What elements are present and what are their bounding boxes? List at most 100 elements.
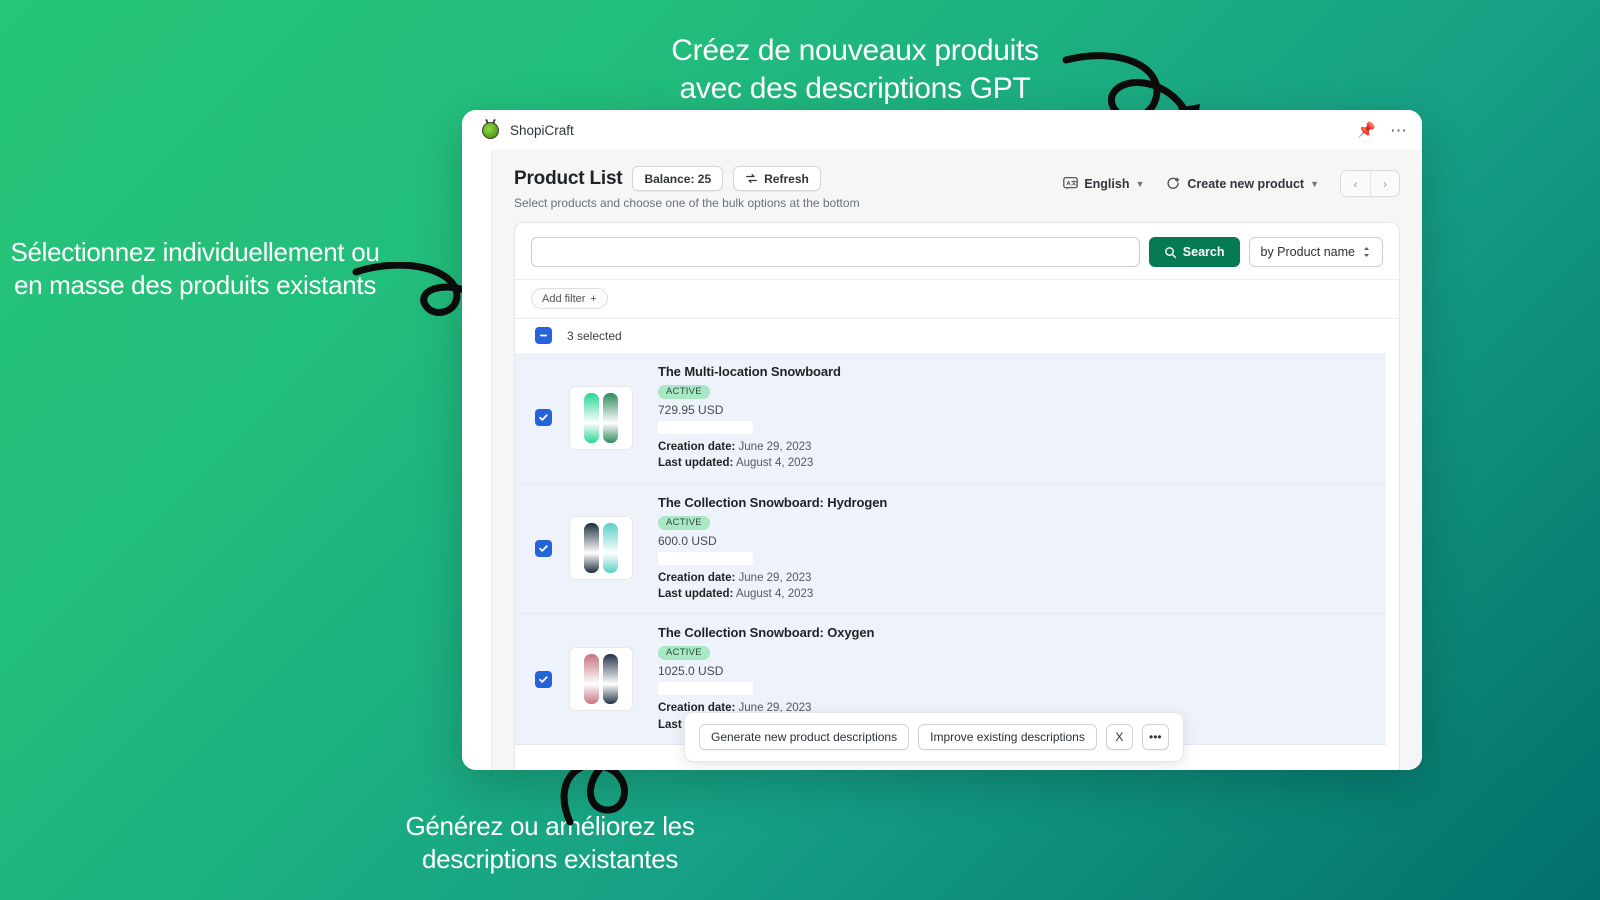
search-button-label: Search <box>1182 245 1225 259</box>
balance-button[interactable]: Balance: 25 <box>632 166 724 191</box>
add-filter-plus-icon: + <box>590 292 597 305</box>
row-checkbox[interactable] <box>535 539 552 557</box>
app-title: ShopiCraft <box>510 122 574 138</box>
language-selector[interactable]: A 文 English ▼ <box>1052 176 1155 191</box>
snowboard-icon-a <box>584 523 599 574</box>
row-checkbox[interactable] <box>535 409 552 427</box>
product-thumbnail <box>569 516 633 581</box>
creation-date-label: Creation date: <box>658 441 736 453</box>
snowboard-icon-b <box>603 392 618 443</box>
check-icon <box>539 675 548 683</box>
table-row[interactable]: The Collection Snowboard: Hydrogen ACTIVE… <box>515 483 1386 615</box>
search-input[interactable] <box>531 237 1140 267</box>
left-rail <box>462 150 492 770</box>
filter-row: Add filter + <box>515 279 1399 318</box>
check-icon <box>539 545 548 552</box>
redacted-field <box>658 421 753 434</box>
refresh-label: Refresh <box>764 171 809 186</box>
product-name: The Collection Snowboard: Hydrogen <box>658 494 888 510</box>
sort-select-label: by Product name <box>1260 245 1356 259</box>
close-bulk-bar-button[interactable]: X <box>1105 724 1133 750</box>
main-content: Product List Balance: 25 Refresh Select … <box>492 150 1422 770</box>
create-new-product-label: Create new product <box>1187 176 1305 191</box>
pin-icon[interactable]: 📌 <box>1357 123 1376 138</box>
translate-icon: A 文 <box>1063 177 1079 190</box>
add-filter-label: Add filter <box>542 292 586 305</box>
product-list-card: Search by Product name Add filter + 3 se… <box>514 222 1400 770</box>
snowboard-icon-b <box>603 523 618 574</box>
product-info: The Multi-location Snowboard ACTIVE 729.95… <box>658 364 1370 472</box>
page-header-left: Product List Balance: 25 Refresh Select … <box>514 166 1052 210</box>
product-thumbnail <box>569 647 633 712</box>
language-label: English <box>1084 176 1130 191</box>
pagination: ‹ › <box>1340 170 1400 197</box>
product-thumbnail <box>569 385 633 450</box>
product-dates: Creation date: June 29, 2023 Last updated… <box>658 439 1370 472</box>
status-badge: ACTIVE <box>658 385 710 399</box>
ellipsis-icon[interactable]: ⋯ <box>1390 122 1408 139</box>
annotation-bottom: Générez ou améliorez les descriptions ex… <box>405 811 695 875</box>
creation-date-value: June 29, 2023 <box>738 441 812 453</box>
last-updated-label: Last updated: <box>658 587 734 600</box>
product-info: The Collection Snowboard: Hydrogen ACTIVE… <box>658 495 1370 603</box>
row-checkbox[interactable] <box>535 670 552 688</box>
snowboard-icon-b <box>603 654 618 705</box>
creation-date-value: June 29, 2023 <box>738 571 812 584</box>
search-icon <box>1164 246 1176 258</box>
last-updated-value: August 4, 2023 <box>735 587 814 600</box>
product-dates: Creation date: June 29, 2023 Last updated… <box>658 570 1370 603</box>
page-header: Product List Balance: 25 Refresh Select … <box>492 150 1422 220</box>
improve-descriptions-button[interactable]: Improve existing descriptions <box>918 724 1097 750</box>
product-price: 600.0 USD <box>658 533 717 548</box>
add-circle-icon <box>1167 177 1180 189</box>
page-title-row: Product List Balance: 25 Refresh <box>514 166 1052 191</box>
snowboard-icon-a <box>584 654 599 705</box>
pagination-next-button[interactable]: › <box>1370 171 1399 196</box>
status-badge: ACTIVE <box>658 515 710 530</box>
generate-descriptions-button[interactable]: Generate new product descriptions <box>699 724 910 750</box>
redacted-field <box>658 551 753 565</box>
refresh-button[interactable]: Refresh <box>733 166 821 191</box>
app-body: Product List Balance: 25 Refresh Select … <box>462 150 1422 770</box>
table-row[interactable]: The Multi-location Snowboard ACTIVE 729.95… <box>515 353 1386 484</box>
add-filter-chip[interactable]: Add filter + <box>531 288 608 309</box>
search-button[interactable]: Search <box>1148 237 1240 267</box>
redacted-field <box>658 682 753 696</box>
app-window: ShopiCraft 📌 ⋯ Product List Balance: 25 <box>462 110 1422 770</box>
status-badge: ACTIVE <box>658 646 710 661</box>
bulk-more-options-button[interactable]: ••• <box>1141 724 1169 750</box>
annotation-top: Créez de nouveaux produits avec des desc… <box>600 32 1110 109</box>
product-price: 1025.0 USD <box>658 664 724 679</box>
chevron-down-icon-2: ▼ <box>1310 178 1319 189</box>
updown-chevron-icon <box>1364 247 1369 257</box>
indeterminate-icon <box>539 334 548 337</box>
balance-label: Balance: 25 <box>644 171 712 186</box>
product-name: The Collection Snowboard: Oxygen <box>658 625 875 641</box>
page-subtitle: Select products and choose one of the bu… <box>514 196 860 210</box>
select-all-row: 3 selected <box>515 318 1399 353</box>
creation-date-label: Creation date: <box>658 571 736 584</box>
pagination-prev-button[interactable]: ‹ <box>1341 171 1370 196</box>
refresh-icon <box>746 173 758 184</box>
annotation-top-line2: avec des descriptions GPT <box>679 72 1031 106</box>
annotation-top-line1: Créez de nouveaux produits <box>671 34 1039 67</box>
product-price: 729.95 USD <box>658 403 724 417</box>
last-updated-label: Last updated: <box>658 457 734 470</box>
page-header-actions: A 文 English ▼ Create new product ▼ ‹ › <box>1052 166 1400 197</box>
page-title: Product List <box>514 167 623 189</box>
chevron-down-icon: ▼ <box>1135 178 1145 189</box>
svg-text:文: 文 <box>1071 179 1077 187</box>
window-titlebar: ShopiCraft 📌 ⋯ <box>462 110 1422 150</box>
product-name: The Multi-location Snowboard <box>658 364 841 379</box>
create-new-product-button[interactable]: Create new product ▼ <box>1155 176 1330 191</box>
check-icon <box>539 414 548 422</box>
sort-select[interactable]: by Product name <box>1248 237 1383 267</box>
annotation-left: Sélectionnez individuellement ou en mass… <box>10 237 380 301</box>
search-row: Search by Product name <box>515 223 1399 279</box>
shopicraft-logo-icon <box>482 121 499 139</box>
last-updated-value: August 4, 2023 <box>735 457 814 470</box>
bulk-action-bar: Generate new product descriptions Improv… <box>684 712 1184 762</box>
product-rows: The Multi-location Snowboard ACTIVE 729.95… <box>515 353 1399 745</box>
snowboard-icon-a <box>584 392 599 443</box>
select-all-checkbox[interactable] <box>535 327 552 344</box>
